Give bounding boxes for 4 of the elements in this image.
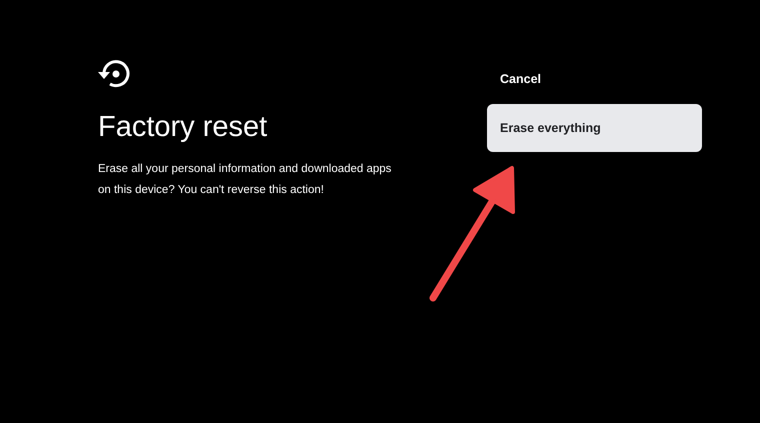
action-button[interactable]: Cancel — [487, 68, 702, 90]
dialog-description: Erase all your personal information and downloaded apps on this device? You can't reverse this action! — [98, 162, 392, 198]
dialog-title: Factory reset — [98, 110, 268, 145]
action-button[interactable]: Erase everything — [487, 104, 702, 152]
